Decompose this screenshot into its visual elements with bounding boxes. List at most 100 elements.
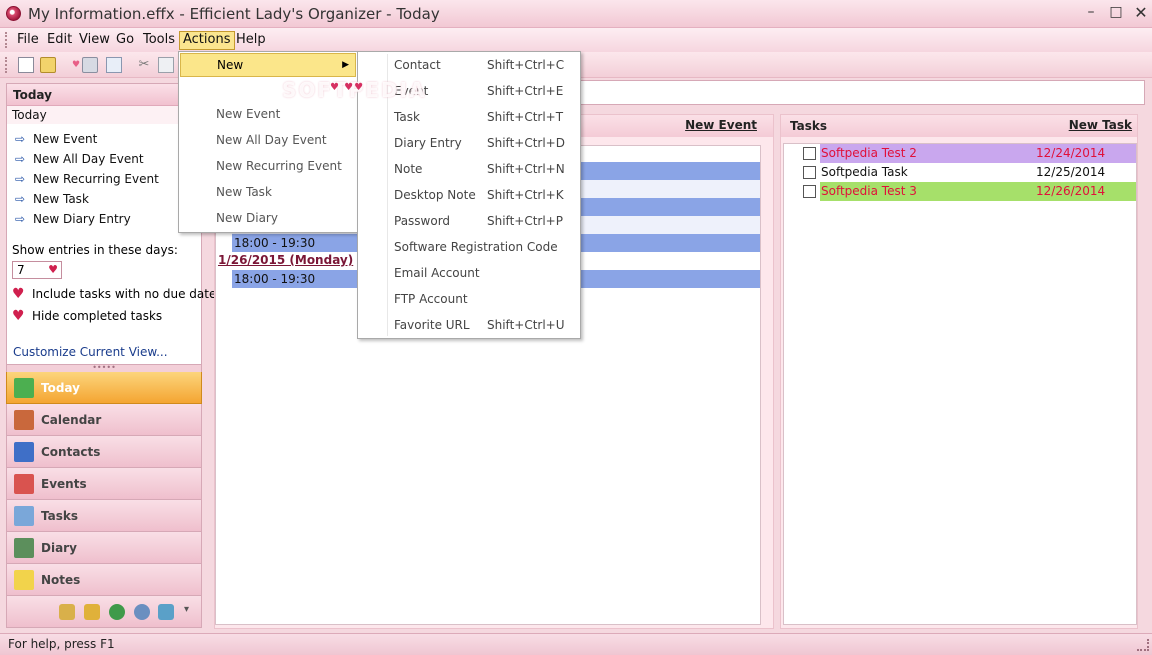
nav-diary[interactable]: Diary bbox=[6, 532, 202, 564]
actions-menu-new-diary[interactable]: New Diary bbox=[180, 206, 356, 230]
task-checkbox[interactable] bbox=[803, 147, 816, 160]
submenu-contact[interactable]: Contact Shift+Ctrl+C bbox=[359, 52, 579, 78]
arrow-icon: ⇨ bbox=[15, 152, 26, 166]
nav-notes[interactable]: Notes bbox=[6, 564, 202, 596]
new-event-link[interactable]: New Event bbox=[685, 118, 757, 132]
days-dropdown[interactable]: 7 ♥ bbox=[12, 261, 62, 279]
submenu-password[interactable]: Password Shift+Ctrl+P bbox=[359, 208, 579, 234]
globe-icon[interactable] bbox=[109, 604, 125, 620]
nav-events[interactable]: Events bbox=[6, 468, 202, 500]
title-bar: My Information.effx - Efficient Lady's O… bbox=[0, 0, 1152, 28]
nav-contacts[interactable]: Contacts bbox=[6, 436, 202, 468]
maximize-button[interactable]: □ bbox=[1103, 4, 1129, 22]
heart-dropdown-icon[interactable]: ♥ bbox=[72, 57, 80, 73]
tasks-header: Tasks New Task bbox=[781, 115, 1137, 137]
sidebar-header: Today bbox=[7, 84, 201, 106]
new-task-link[interactable]: New Task bbox=[1069, 118, 1132, 132]
date-heading[interactable]: 1/26/2015 (Monday) bbox=[218, 253, 353, 267]
sidebar-subheader: Today bbox=[7, 106, 201, 124]
new-document-icon[interactable] bbox=[18, 57, 34, 73]
ftp-icon[interactable] bbox=[158, 604, 174, 620]
menu-help[interactable]: Help bbox=[233, 31, 269, 50]
menu-tools[interactable]: Tools bbox=[140, 31, 178, 50]
minimize-button[interactable]: – bbox=[1078, 4, 1104, 22]
resize-grip-icon[interactable] bbox=[1137, 639, 1149, 651]
customize-view-link[interactable]: Customize Current View... bbox=[13, 345, 168, 359]
actions-menu-new[interactable]: New ▶ bbox=[180, 53, 356, 77]
app-icon[interactable] bbox=[6, 6, 21, 21]
arrow-icon: ⇨ bbox=[15, 132, 26, 146]
print-icon[interactable] bbox=[82, 57, 98, 73]
nav-tasks[interactable]: Tasks bbox=[6, 500, 202, 532]
tasks-title: Tasks bbox=[790, 119, 828, 133]
submenu-note[interactable]: Note Shift+Ctrl+N bbox=[359, 156, 579, 182]
task-checkbox[interactable] bbox=[803, 166, 816, 179]
submenu-diary-entry[interactable]: Diary Entry Shift+Ctrl+D bbox=[359, 130, 579, 156]
status-text: For help, press F1 bbox=[8, 637, 115, 651]
cut-icon[interactable]: ✂ bbox=[136, 57, 152, 73]
chevron-down-icon[interactable]: ▾ bbox=[184, 604, 189, 615]
calendar-icon bbox=[14, 410, 34, 430]
menu-edit[interactable]: Edit bbox=[44, 31, 75, 50]
actions-menu-new-all-day-event[interactable]: New All Day Event bbox=[180, 128, 356, 152]
submenu-favorite-url[interactable]: Favorite URL Shift+Ctrl+U bbox=[359, 312, 579, 338]
nav-calendar[interactable]: Calendar bbox=[6, 404, 202, 436]
option-hide-completed[interactable]: ♥ Hide completed tasks bbox=[12, 308, 162, 324]
menu-bar: File Edit View Go Tools Actions Help bbox=[0, 28, 1152, 52]
actions-menu-new-event[interactable]: New Event bbox=[180, 102, 356, 126]
navigation-pane: Today Calendar Contacts Events Tasks Dia… bbox=[6, 372, 202, 628]
submenu-arrow-icon: ▶ bbox=[342, 60, 349, 70]
link-new-event[interactable]: ⇨ New Event bbox=[15, 132, 97, 146]
key-icon[interactable] bbox=[84, 604, 100, 620]
task-checkbox[interactable] bbox=[803, 185, 816, 198]
heart-checkbox-icon[interactable]: ♥ bbox=[12, 286, 32, 302]
submenu-ftp-account[interactable]: FTP Account bbox=[359, 286, 579, 312]
menu-view[interactable]: View bbox=[76, 31, 113, 50]
arrow-icon: ⇨ bbox=[15, 212, 26, 226]
arrow-icon: ⇨ bbox=[15, 192, 26, 206]
menubar-grip[interactable] bbox=[5, 32, 8, 48]
copy-icon[interactable] bbox=[158, 57, 174, 73]
days-value: 7 bbox=[17, 263, 25, 277]
arrow-icon: ⇨ bbox=[15, 172, 26, 186]
task-name: Softpedia Task bbox=[821, 165, 908, 179]
close-button[interactable]: ✕ bbox=[1128, 4, 1152, 22]
task-row[interactable]: Softpedia Task 12/25/2014 bbox=[784, 163, 1136, 182]
events-icon bbox=[14, 474, 34, 494]
submenu-email-account[interactable]: Email Account bbox=[359, 260, 579, 286]
menu-actions[interactable]: Actions bbox=[179, 31, 235, 50]
clipboard-icon[interactable] bbox=[59, 604, 75, 620]
actions-menu-new-task[interactable]: New Task bbox=[180, 180, 356, 204]
task-date: 12/26/2014 bbox=[1036, 184, 1106, 198]
submenu-software-registration-code[interactable]: Software Registration Code bbox=[359, 234, 579, 260]
nav-today[interactable]: Today bbox=[6, 372, 202, 404]
sidebar-splitter[interactable]: ••••• bbox=[6, 364, 202, 372]
tasks-panel: Tasks New Task Softpedia Test 2 12/24/20… bbox=[780, 114, 1138, 629]
link-new-task[interactable]: ⇨ New Task bbox=[15, 192, 89, 206]
toolbar-grip[interactable] bbox=[5, 57, 8, 73]
nav-shortcut-bar: ▾ bbox=[6, 596, 202, 628]
notes-icon bbox=[14, 570, 34, 590]
submenu-task[interactable]: Task Shift+Ctrl+T bbox=[359, 104, 579, 130]
menu-go[interactable]: Go bbox=[113, 31, 137, 50]
magnifier-icon[interactable] bbox=[134, 604, 150, 620]
heart-dropdown-icon: ♥ bbox=[48, 263, 58, 276]
task-name: Softpedia Test 2 bbox=[821, 146, 917, 160]
task-name: Softpedia Test 3 bbox=[821, 184, 917, 198]
link-new-recurring-event[interactable]: ⇨ New Recurring Event bbox=[15, 172, 159, 186]
print-preview-icon[interactable] bbox=[106, 57, 122, 73]
diary-icon bbox=[14, 538, 34, 558]
status-bar: For help, press F1 bbox=[0, 633, 1152, 655]
option-include-no-due-date[interactable]: ♥ Include tasks with no due date bbox=[12, 286, 216, 302]
actions-menu-new-recurring-event[interactable]: New Recurring Event bbox=[180, 154, 356, 178]
watermark-hearts-icon: ♥ ♥♥ bbox=[330, 82, 365, 93]
open-folder-icon[interactable] bbox=[40, 57, 56, 73]
menu-file[interactable]: File bbox=[14, 31, 42, 50]
contacts-icon bbox=[14, 442, 34, 462]
submenu-desktop-note[interactable]: Desktop Note Shift+Ctrl+K bbox=[359, 182, 579, 208]
link-new-all-day-event[interactable]: ⇨ New All Day Event bbox=[15, 152, 144, 166]
task-row[interactable]: Softpedia Test 3 12/26/2014 bbox=[784, 182, 1136, 201]
heart-checkbox-icon[interactable]: ♥ bbox=[12, 308, 32, 324]
task-row[interactable]: Softpedia Test 2 12/24/2014 bbox=[784, 144, 1136, 163]
link-new-diary-entry[interactable]: ⇨ New Diary Entry bbox=[15, 212, 131, 226]
